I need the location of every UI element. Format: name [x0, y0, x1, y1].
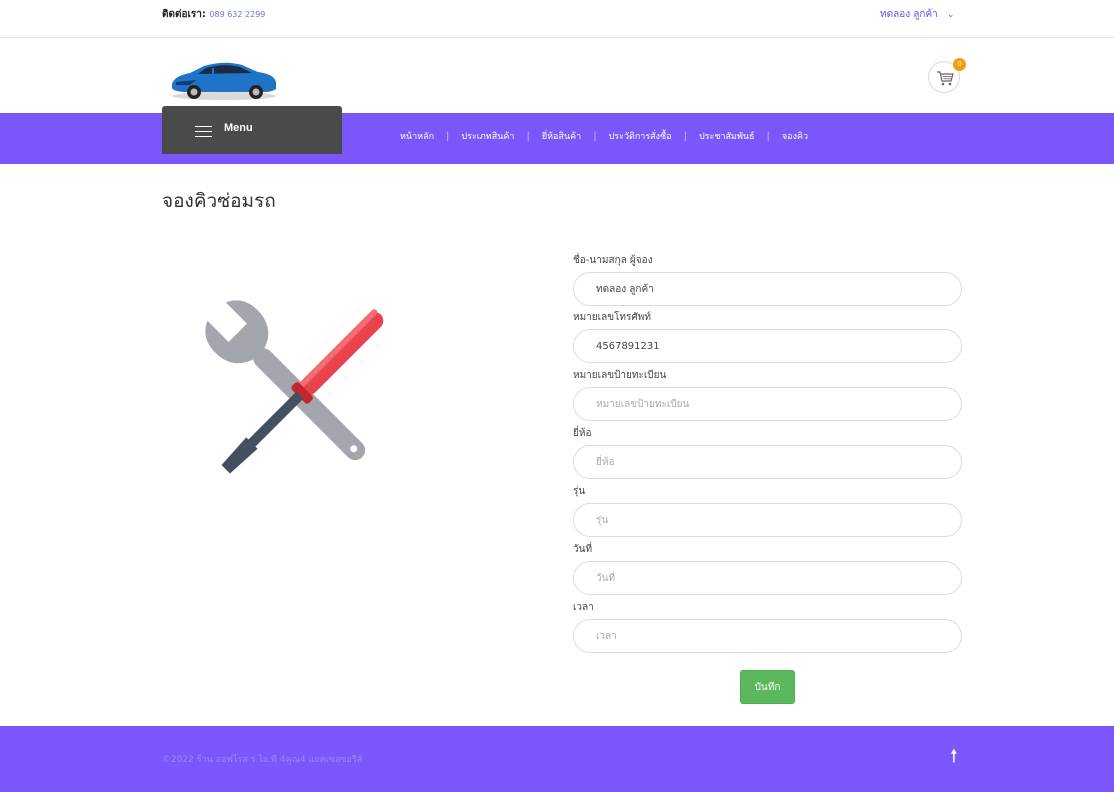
brand-label: ยี่ห้อ: [573, 428, 592, 439]
time-label: เวลา: [573, 602, 594, 613]
user-name[interactable]: ทดลอง ลูกค้า: [880, 9, 938, 20]
nav-separator: |: [526, 130, 530, 142]
nav-separator: |: [446, 130, 450, 142]
contact-label: ติดต่อเรา:: [162, 9, 206, 20]
hamburger-icon: [195, 126, 212, 141]
nav-links: หน้าหลัก | ประเภทสินค้า | ยี่ห้อสินค้า |…: [400, 129, 808, 143]
nav-separator: |: [593, 130, 597, 142]
date-input[interactable]: [573, 561, 962, 595]
model-label: รุ่น: [573, 486, 586, 497]
nav-item-news[interactable]: ประชาสัมพันธ์: [699, 129, 755, 143]
nav-item-booking[interactable]: จองคิว: [782, 129, 808, 143]
footer: ©2022 ร้าน ออฟไรส ร.ไอ.พี 4คูณ4 แอคเซสซอ…: [0, 726, 1114, 792]
license-plate-label: หมายเลขป้ายทะเบียน: [573, 370, 667, 381]
model-input[interactable]: [573, 503, 962, 537]
date-label: วันที่: [573, 544, 593, 555]
brand-input[interactable]: [573, 445, 962, 479]
fullname-label: ชื่อ-นามสกุล ผู้จอง: [573, 255, 653, 266]
menu-label: Menu: [224, 122, 253, 134]
tools-illustration: [195, 295, 405, 495]
page-title: จองคิวซ่อมรถ: [162, 190, 276, 212]
save-button[interactable]: บันทึก: [740, 670, 795, 704]
time-input[interactable]: [573, 619, 962, 653]
nav-item-brands[interactable]: ยี่ห้อสินค้า: [542, 129, 581, 143]
nav-item-home[interactable]: หน้าหลัก: [400, 129, 434, 143]
cart-count-badge: 0: [953, 58, 966, 71]
nav-item-order-history[interactable]: ประวัติการสั่งซื้อ: [609, 129, 672, 143]
copyright-text: ©2022 ร้าน ออฟไรส ร.ไอ.พี 4คูณ4 แอคเซสซอ…: [162, 755, 363, 765]
arrow-up-icon[interactable]: 🠕: [950, 744, 958, 774]
chevron-down-icon[interactable]: ⌄: [947, 10, 955, 20]
car-icon: [172, 62, 276, 100]
menu-button[interactable]: Menu: [162, 106, 342, 154]
phone-label: หมายเลขโทรศัพท์: [573, 312, 651, 323]
license-plate-input[interactable]: [573, 387, 962, 421]
top-bar: ติดต่อเรา: 089 632 2299 ทดลอง ลูกค้า ⌄: [0, 0, 1114, 38]
contact-phone[interactable]: 089 632 2299: [209, 10, 265, 19]
phone-input[interactable]: [573, 329, 962, 363]
logo[interactable]: [168, 58, 280, 102]
nav-separator: |: [683, 130, 687, 142]
tools-icon: [205, 300, 384, 474]
nav-item-categories[interactable]: ประเภทสินค้า: [461, 129, 514, 143]
nav-separator: |: [766, 130, 770, 142]
contact-info: ติดต่อเรา: 089 632 2299: [162, 7, 265, 22]
user-menu[interactable]: ทดลอง ลูกค้า ⌄: [880, 7, 955, 22]
fullname-input[interactable]: [573, 272, 962, 306]
shopping-cart-icon: [937, 71, 954, 86]
